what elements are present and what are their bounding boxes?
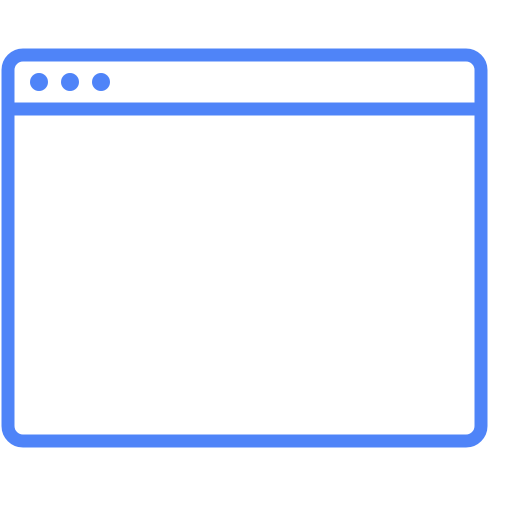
window-dot-1 <box>30 73 48 91</box>
icon-canvas <box>0 0 512 512</box>
browser-window-icon <box>1 48 488 448</box>
window-dot-3 <box>92 73 110 91</box>
window-dot-2 <box>61 73 79 91</box>
